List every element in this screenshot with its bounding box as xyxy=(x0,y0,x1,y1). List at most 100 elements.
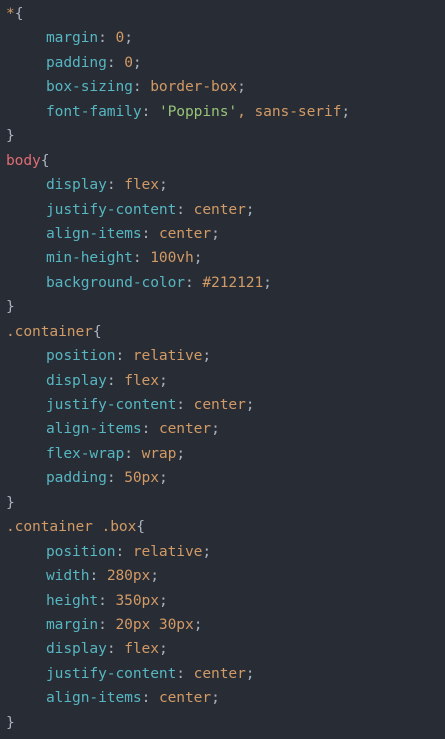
css-property: align-items xyxy=(46,420,142,438)
semicolon: ; xyxy=(211,689,220,707)
colon: : xyxy=(89,567,107,585)
css-value: 350px xyxy=(115,591,160,609)
code-line-declaration[interactable]: padding: 50px; xyxy=(0,466,445,490)
code-line-declaration[interactable]: justify-content: center; xyxy=(0,198,445,222)
close-brace: } xyxy=(6,713,15,731)
css-selector: body xyxy=(6,151,41,169)
colon: : xyxy=(176,200,194,218)
css-value: wrap xyxy=(141,444,177,462)
colon: : xyxy=(141,102,159,120)
code-line-close[interactable]: } xyxy=(0,491,445,515)
open-brace: { xyxy=(92,322,102,340)
css-property: background-color xyxy=(46,273,185,291)
code-line-declaration[interactable]: padding: 0; xyxy=(0,51,445,75)
css-value: #212121 xyxy=(202,273,264,291)
css-property: display xyxy=(46,371,107,389)
semicolon: ; xyxy=(193,249,203,267)
colon: : xyxy=(141,420,159,438)
css-value: 0 xyxy=(115,29,125,47)
semicolon: ; xyxy=(176,444,185,462)
semicolon: ; xyxy=(124,29,133,47)
semicolon: ; xyxy=(245,664,255,682)
code-line-declaration[interactable]: width: 280px; xyxy=(0,564,445,588)
colon: : xyxy=(115,347,133,365)
css-value: center xyxy=(158,689,212,707)
css-value: 280px xyxy=(106,567,151,585)
semicolon: ; xyxy=(211,420,220,438)
css-value: center xyxy=(158,420,212,438)
css-value: relative xyxy=(132,542,203,560)
code-line-close[interactable]: } xyxy=(0,124,445,148)
close-brace: } xyxy=(6,298,15,316)
css-selector: * xyxy=(6,5,15,22)
code-line-declaration[interactable]: display: flex; xyxy=(0,173,445,197)
semicolon: ; xyxy=(158,176,168,194)
code-line-declaration[interactable]: display: flex; xyxy=(0,369,445,393)
code-line-declaration[interactable]: margin: 0; xyxy=(0,26,445,50)
code-line-declaration[interactable]: background-color: #212121; xyxy=(0,271,445,295)
css-value: 100vh xyxy=(150,249,194,267)
css-property: align-items xyxy=(46,689,142,707)
css-value-rest: , sans-serif xyxy=(237,102,342,120)
code-line-declaration[interactable]: justify-content: center; xyxy=(0,662,445,686)
colon: : xyxy=(106,640,125,658)
code-line-declaration[interactable]: margin: 20px 30px; xyxy=(0,613,445,637)
colon: : xyxy=(106,469,125,487)
colon: : xyxy=(106,53,125,71)
css-property: font-family xyxy=(46,102,142,120)
code-line-declaration[interactable]: align-items: center; xyxy=(0,222,445,246)
code-line-close[interactable]: } xyxy=(0,711,445,735)
code-line-declaration[interactable]: flex-wrap: wrap; xyxy=(0,442,445,466)
colon: : xyxy=(98,615,116,633)
code-editor[interactable]: *{margin: 0; padding: 0; box-sizing: borde… xyxy=(0,0,445,739)
colon: : xyxy=(141,224,159,242)
semicolon: ; xyxy=(158,469,168,487)
code-line-selector[interactable]: body{ xyxy=(0,149,445,173)
css-value: center xyxy=(193,200,246,218)
code-line-declaration[interactable]: position: relative; xyxy=(0,344,445,368)
code-line-selector[interactable]: .container .box{ xyxy=(0,515,445,539)
css-value: relative xyxy=(132,347,203,365)
semicolon: ; xyxy=(158,640,168,658)
colon: : xyxy=(98,29,116,47)
code-line-declaration[interactable]: min-height: 100vh; xyxy=(0,246,445,270)
code-line-declaration[interactable]: box-sizing: border-box; xyxy=(0,75,445,99)
close-brace: } xyxy=(6,493,15,511)
css-value: center xyxy=(158,224,212,242)
code-line-close[interactable]: } xyxy=(0,295,445,319)
open-brace: { xyxy=(136,518,145,536)
css-property: box-sizing xyxy=(46,78,133,96)
code-line-declaration[interactable]: font-family: 'Poppins', sans-serif; xyxy=(0,100,445,124)
semicolon: ; xyxy=(193,615,203,633)
css-value: center xyxy=(193,664,246,682)
code-line-declaration[interactable]: align-items: center; xyxy=(0,686,445,710)
semicolon: ; xyxy=(150,567,159,585)
css-property: display xyxy=(46,640,107,658)
code-line-declaration[interactable]: display: flex; xyxy=(0,637,445,661)
css-property: margin xyxy=(46,29,99,47)
css-property: position xyxy=(46,347,116,365)
semicolon: ; xyxy=(245,200,255,218)
css-property: padding xyxy=(46,469,107,487)
colon: : xyxy=(184,273,203,291)
css-selector: .container xyxy=(6,322,93,340)
semicolon: ; xyxy=(132,53,142,71)
css-value: center xyxy=(193,396,246,413)
close-brace: } xyxy=(6,127,15,145)
code-line-declaration[interactable]: justify-content: center; xyxy=(0,393,445,417)
css-property: padding xyxy=(46,53,107,71)
open-brace: { xyxy=(14,5,24,22)
semicolon: ; xyxy=(245,396,255,413)
code-line-declaration[interactable]: position: relative; xyxy=(0,540,445,564)
semicolon: ; xyxy=(202,347,212,365)
colon: : xyxy=(106,371,125,389)
code-line-selector[interactable]: *{ xyxy=(0,2,445,26)
css-property: width xyxy=(46,567,90,585)
code-line-declaration[interactable]: height: 350px; xyxy=(0,589,445,613)
css-property: position xyxy=(46,542,116,560)
colon: : xyxy=(132,249,151,267)
semicolon: ; xyxy=(341,102,351,120)
code-line-selector[interactable]: .container{ xyxy=(0,320,445,344)
code-line-declaration[interactable]: align-items: center; xyxy=(0,417,445,441)
css-property: min-height xyxy=(46,249,133,267)
